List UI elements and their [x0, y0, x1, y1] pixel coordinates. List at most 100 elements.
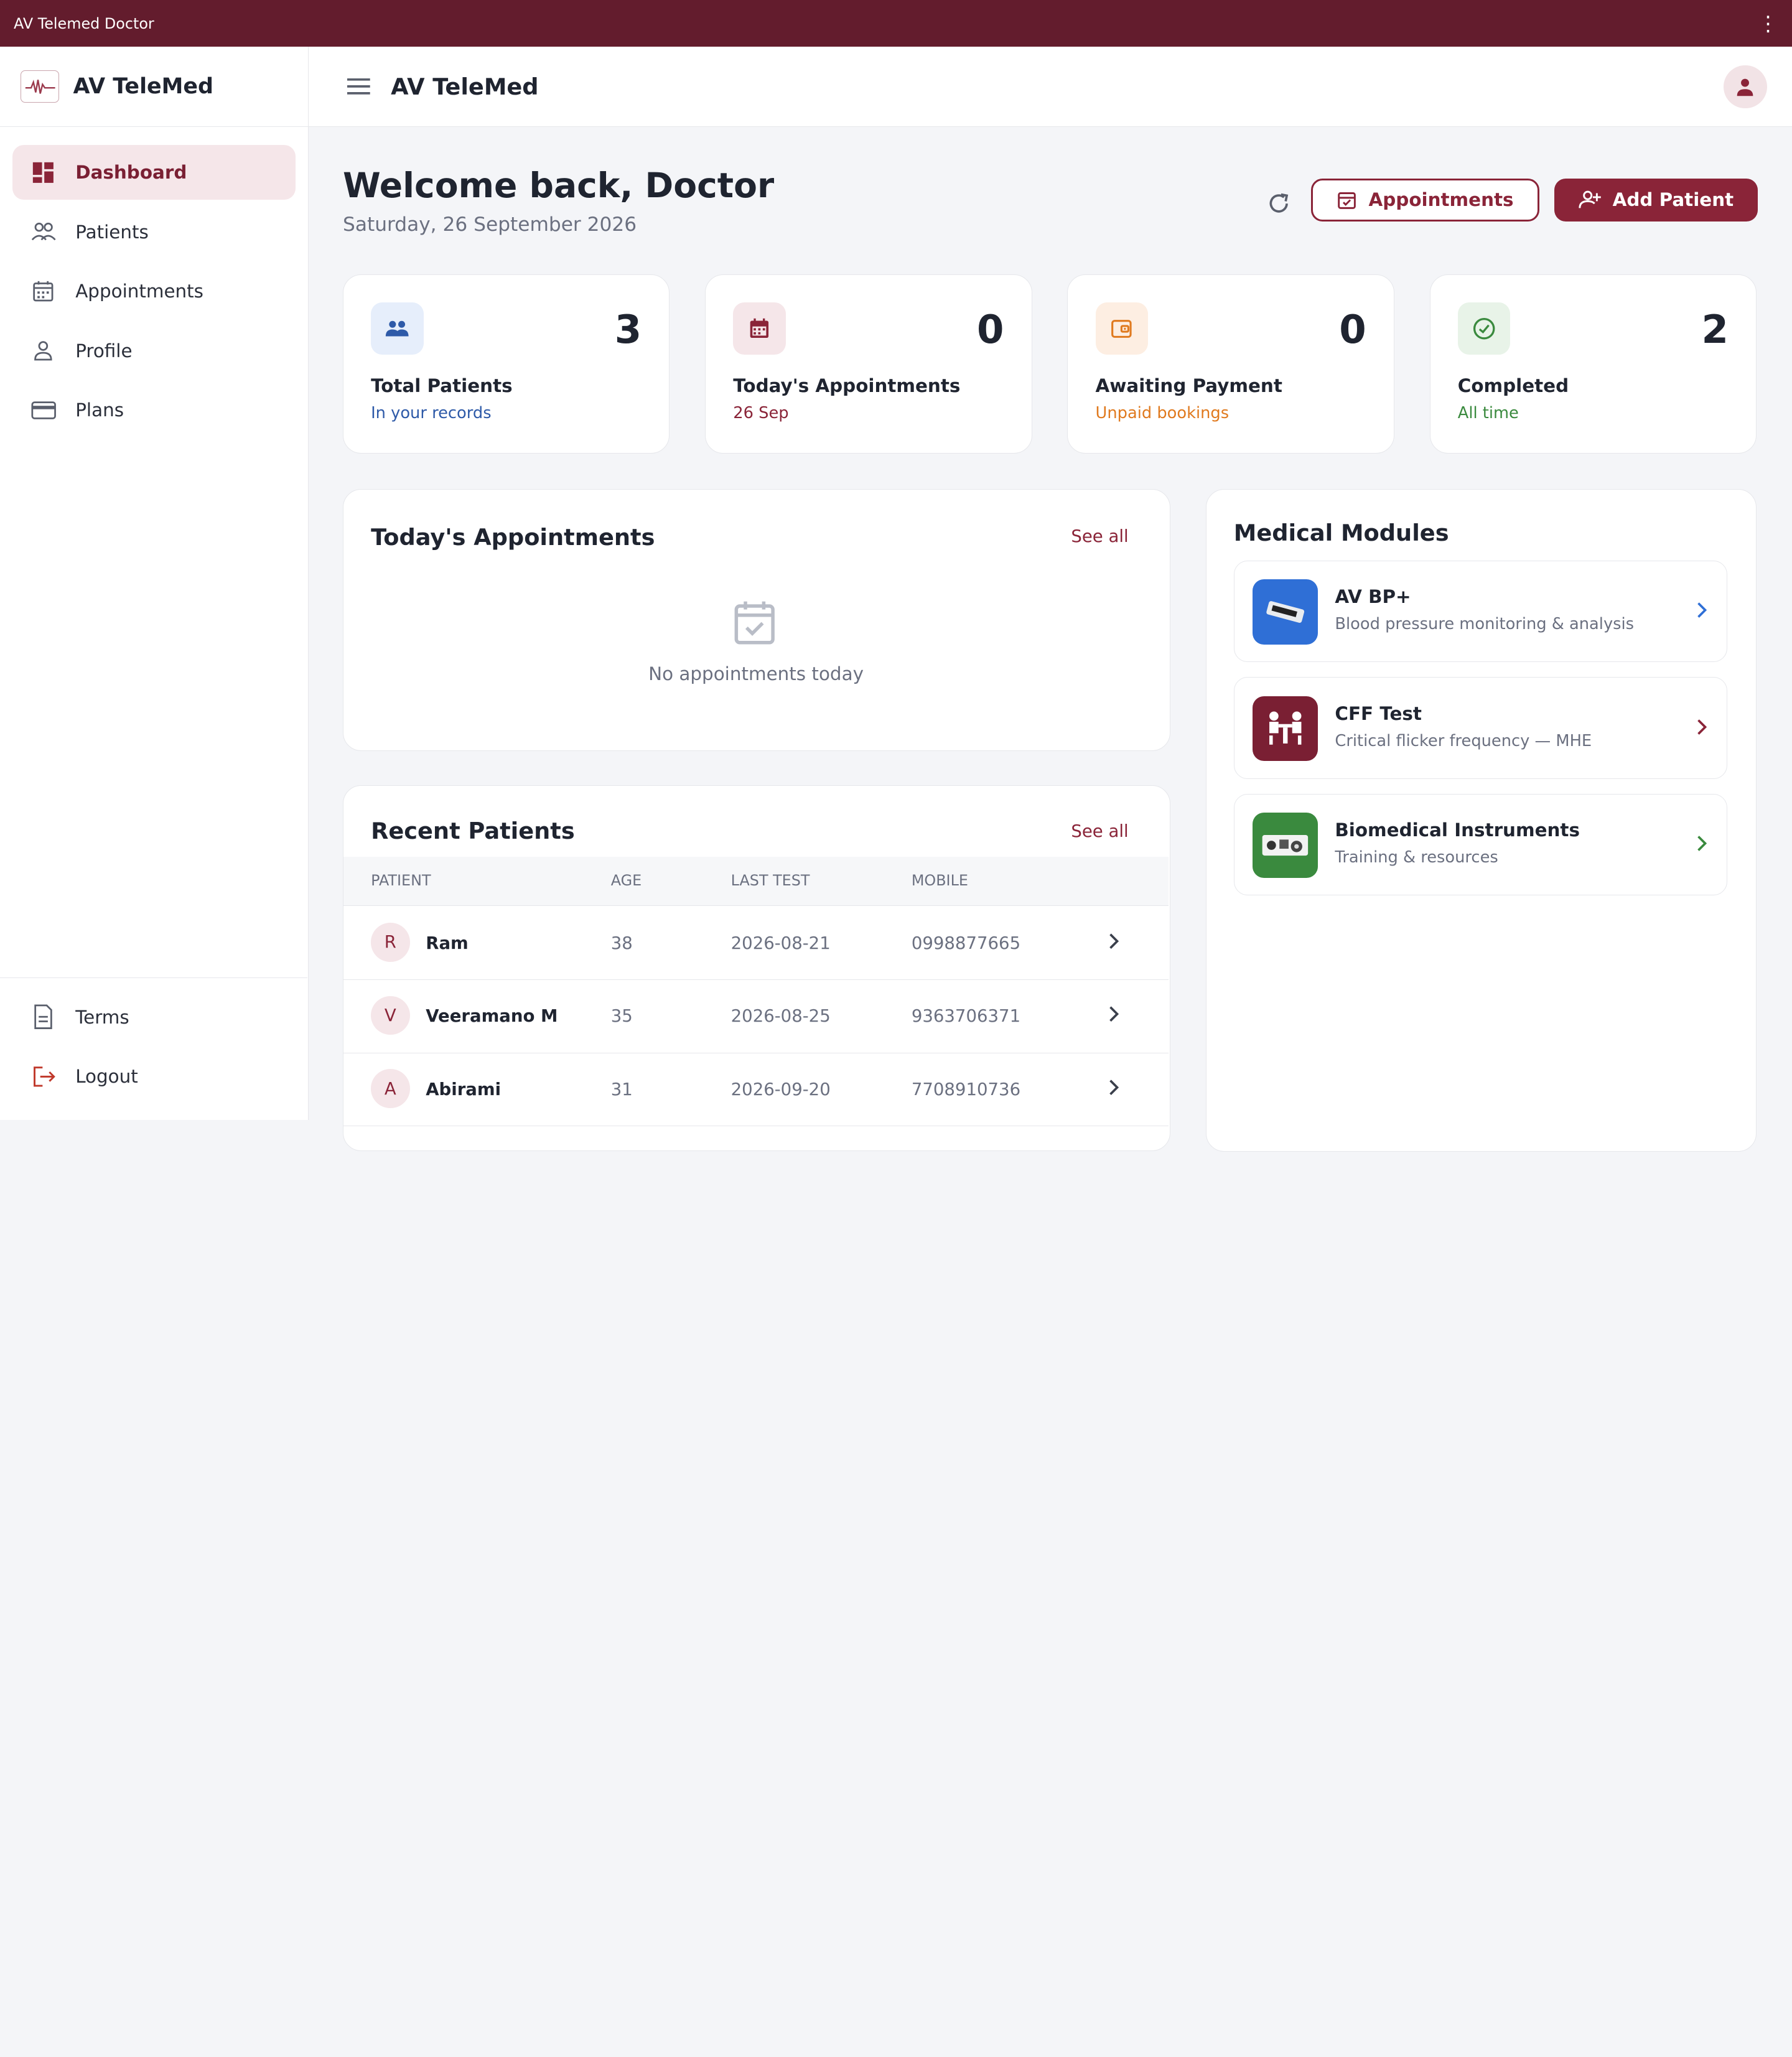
sidebar-item-label: Dashboard — [75, 162, 187, 184]
check-circle-icon — [1457, 302, 1511, 355]
sidebar-item-label: Logout — [75, 1066, 138, 1088]
people-icon — [31, 220, 56, 245]
table-row[interactable]: A Abirami 31 2026-09-20 7708910736 — [343, 1053, 1169, 1127]
module-biomedical-instruments[interactable]: Biomedical Instruments Training & resour… — [1233, 793, 1728, 896]
instruments-icon — [1253, 813, 1318, 878]
patient-mobile: 9363706371 — [911, 1006, 1021, 1027]
sidebar-item-profile[interactable]: Profile — [12, 324, 296, 378]
patient-name: Abirami — [426, 1079, 502, 1099]
empty-state-text: No appointments today — [648, 663, 864, 685]
logout-icon — [31, 1064, 56, 1089]
patient-name: Veeramano M — [426, 1006, 558, 1027]
todays-appointments-card: Today's Appointments See all No appointm… — [343, 489, 1170, 751]
stat-label: Awaiting Payment — [1095, 375, 1282, 397]
module-description: Critical flicker frequency — MHE — [1335, 731, 1592, 750]
table-row[interactable]: V Veeramano M 35 2026-08-25 9363706371 — [343, 980, 1169, 1053]
appointments-button[interactable]: Appointments — [1310, 178, 1539, 222]
appointments-button-label: Appointments — [1368, 189, 1514, 211]
stat-card-todays-appointments[interactable]: 0 Today's Appointments 26 Sep — [705, 274, 1032, 454]
see-all-link[interactable]: See all — [1071, 821, 1128, 841]
patient-initial-avatar: V — [371, 996, 410, 1035]
stat-subtext: All time — [1457, 404, 1519, 423]
patient-last-test: 2026-08-21 — [730, 933, 831, 953]
brand-name: AV TeleMed — [73, 74, 214, 100]
page-title: AV TeleMed — [391, 73, 539, 100]
module-av-bp-plus[interactable]: AV BP+ Blood pressure monitoring & analy… — [1233, 560, 1728, 663]
module-description: Training & resources — [1335, 847, 1498, 867]
card-title: Recent Patients — [371, 818, 575, 845]
add-person-icon — [1578, 190, 1602, 210]
top-app-bar: AV TeleMed — [308, 47, 1792, 127]
patient-mobile: 0998877665 — [911, 933, 1021, 953]
see-all-link[interactable]: See all — [1071, 526, 1128, 546]
bp-monitor-icon — [1253, 579, 1318, 645]
wallet-icon — [1095, 302, 1149, 355]
sidebar-item-terms[interactable]: Terms — [12, 990, 295, 1045]
stat-subtext: In your records — [371, 404, 492, 423]
sidebar-nav: Dashboard Patients Appointments Profile … — [0, 127, 308, 460]
window-title: AV Telemed Doctor — [14, 14, 154, 32]
stat-label: Total Patients — [371, 375, 513, 397]
stat-value: 3 — [614, 307, 642, 353]
sidebar-item-logout[interactable]: Logout — [12, 1049, 295, 1104]
sidebar-item-label: Patients — [75, 221, 149, 243]
person-icon — [31, 338, 56, 363]
module-description: Blood pressure monitoring & analysis — [1335, 615, 1635, 634]
stat-value: 2 — [1701, 307, 1729, 353]
patient-name: Ram — [426, 933, 469, 953]
sidebar-item-patients[interactable]: Patients — [12, 205, 296, 259]
table-row[interactable]: R Ram 38 2026-08-21 0998877665 — [343, 907, 1169, 981]
chevron-right-icon — [1107, 1078, 1121, 1101]
refresh-icon[interactable] — [1262, 186, 1296, 220]
sidebar-item-appointments[interactable]: Appointments — [12, 264, 296, 319]
calendar-icon — [733, 302, 786, 355]
stat-value: 0 — [976, 307, 1004, 353]
patient-age: 38 — [610, 933, 633, 953]
sidebar-item-label: Appointments — [75, 281, 203, 302]
dashboard-icon — [31, 160, 56, 185]
stat-card-total-patients[interactable]: 3 Total Patients In your records — [343, 274, 670, 454]
chevron-right-icon — [1107, 932, 1121, 954]
more-options-icon[interactable]: ⋮ — [1758, 13, 1778, 34]
hamburger-menu-icon[interactable] — [334, 62, 384, 112]
cff-test-icon — [1253, 696, 1318, 762]
account-avatar-icon[interactable] — [1723, 65, 1767, 109]
column-header-patient: PATIENT — [371, 871, 431, 889]
credit-card-icon — [31, 398, 56, 422]
chevron-right-icon — [1695, 600, 1709, 625]
stat-subtext: 26 Sep — [733, 404, 789, 423]
people-icon — [371, 302, 424, 355]
chevron-right-icon — [1695, 717, 1709, 742]
app-logo-icon — [21, 70, 60, 103]
sidebar-item-label: Profile — [75, 340, 133, 361]
patient-initial-avatar: R — [371, 923, 410, 962]
stat-card-awaiting-payment[interactable]: 0 Awaiting Payment Unpaid bookings — [1067, 274, 1394, 454]
patient-last-test: 2026-09-20 — [730, 1079, 831, 1099]
add-patient-button-label: Add Patient — [1612, 189, 1734, 211]
module-name: Biomedical Instruments — [1335, 819, 1580, 841]
sidebar-item-label: Plans — [75, 399, 124, 421]
document-icon — [31, 1004, 56, 1030]
stat-label: Today's Appointments — [733, 375, 961, 397]
sidebar-item-dashboard[interactable]: Dashboard — [12, 145, 296, 200]
window-titlebar: AV Telemed Doctor ⋮ — [0, 0, 1792, 47]
sidebar-footer: Terms Logout — [0, 977, 308, 1120]
recent-patients-card: Recent Patients See all PATIENT AGE LAST… — [343, 785, 1170, 1151]
module-cff-test[interactable]: CFF Test Critical flicker frequency — MH… — [1233, 677, 1728, 779]
module-name: AV BP+ — [1335, 586, 1411, 608]
card-title: Today's Appointments — [371, 524, 655, 551]
patient-initial-avatar: A — [371, 1069, 410, 1108]
medical-modules-card: Medical Modules AV BP+ Blood pressure mo… — [1205, 489, 1757, 1152]
patient-age: 31 — [610, 1079, 633, 1099]
add-patient-button[interactable]: Add Patient — [1554, 178, 1758, 222]
patient-mobile: 7708910736 — [911, 1079, 1021, 1099]
stat-card-completed[interactable]: 2 Completed All time — [1429, 274, 1757, 454]
welcome-heading: Welcome back, Doctor — [343, 166, 775, 206]
module-name: CFF Test — [1335, 702, 1422, 724]
chevron-right-icon — [1107, 1005, 1121, 1027]
calendar-check-icon — [1337, 190, 1357, 210]
column-header-mobile: MOBILE — [911, 871, 968, 889]
sidebar-item-plans[interactable]: Plans — [12, 383, 296, 437]
stat-value: 0 — [1339, 307, 1366, 353]
card-title: Medical Modules — [1233, 519, 1449, 546]
